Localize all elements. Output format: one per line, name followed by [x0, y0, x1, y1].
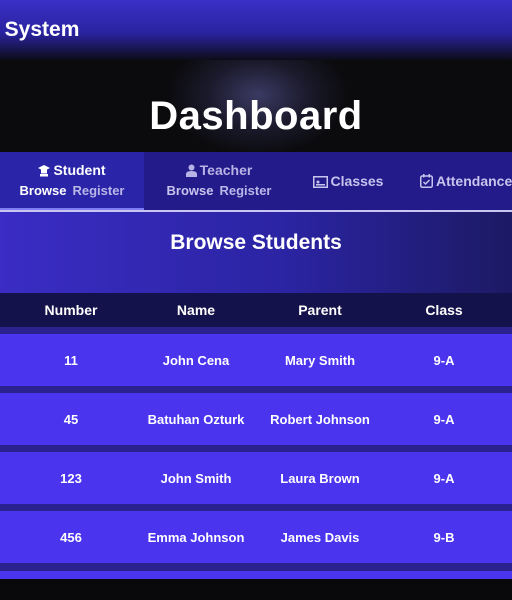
table-row-partial	[0, 571, 512, 579]
cell-parent: James Davis	[280, 529, 360, 545]
row-divider	[0, 327, 512, 334]
cell-number: 123	[60, 470, 82, 486]
tab-teacher-label: Teacher	[199, 162, 253, 178]
table-row[interactable]: 123 John Smith Laura Brown 9-A	[0, 452, 512, 504]
row-divider	[0, 504, 512, 511]
dashboard-banner: Dashboard	[0, 60, 512, 152]
chalkboard-teacher-icon	[185, 164, 197, 180]
tab-student-label: Student	[53, 162, 106, 178]
column-header-number[interactable]: Number	[0, 293, 142, 327]
table-row[interactable]: 11 John Cena Mary Smith 9-A	[0, 334, 512, 386]
tab-classes-label: Classes	[330, 173, 384, 189]
column-header-parent[interactable]: Parent	[255, 293, 385, 327]
app-header: n System	[0, 0, 512, 60]
section-title: Browse Students	[170, 231, 342, 254]
cell-parent: Laura Brown	[280, 470, 360, 486]
cell-name: Emma Johnson	[147, 529, 245, 545]
tab-attendance-label: Attendance	[436, 173, 512, 189]
browse-students-panel: Browse Students	[0, 210, 512, 294]
graduation-cap-icon	[38, 164, 51, 180]
column-header-name[interactable]: Name	[132, 293, 260, 327]
tab-classes[interactable]: Classes	[296, 152, 400, 210]
cell-parent: Robert Johnson	[270, 411, 370, 427]
tab-attendance[interactable]: Attendance	[410, 152, 512, 210]
column-header-class[interactable]: Class	[382, 293, 506, 327]
student-register-link[interactable]: Register	[72, 183, 124, 198]
classroom-icon	[312, 175, 328, 191]
cell-class: 9-A	[433, 411, 455, 427]
cell-parent: Mary Smith	[284, 352, 356, 368]
section-title-underline	[0, 210, 512, 212]
teacher-register-link[interactable]: Register	[219, 183, 271, 198]
table-header: Number Name Parent Class	[0, 293, 512, 327]
cell-number: 11	[64, 352, 78, 368]
teacher-browse-link[interactable]: Browse	[167, 183, 214, 198]
cell-name: Batuhan Ozturk	[147, 411, 245, 427]
cell-name: John Smith	[160, 470, 232, 486]
row-divider	[0, 445, 512, 452]
calendar-check-icon	[420, 174, 433, 191]
main-nav: Student Browse Register Teacher Browse Reg…	[0, 152, 512, 210]
tab-teacher[interactable]: Teacher Browse Register	[148, 152, 290, 210]
tab-student[interactable]: Student Browse Register	[0, 152, 144, 210]
page-footer-area	[0, 579, 512, 600]
cell-number: 456	[60, 529, 82, 545]
page-title: Dashboard	[149, 94, 363, 138]
cell-class: 9-B	[433, 529, 455, 545]
row-divider	[0, 386, 512, 393]
app-title: n System	[0, 18, 80, 41]
cell-name: John Cena	[162, 352, 230, 368]
row-divider	[0, 563, 512, 571]
student-browse-link[interactable]: Browse	[20, 183, 67, 198]
cell-number: 45	[63, 411, 79, 427]
table-row[interactable]: 45 Batuhan Ozturk Robert Johnson 9-A	[0, 393, 512, 445]
cell-class: 9-A	[433, 352, 455, 368]
table-row[interactable]: 456 Emma Johnson James Davis 9-B	[0, 511, 512, 563]
cell-class: 9-A	[433, 470, 455, 486]
